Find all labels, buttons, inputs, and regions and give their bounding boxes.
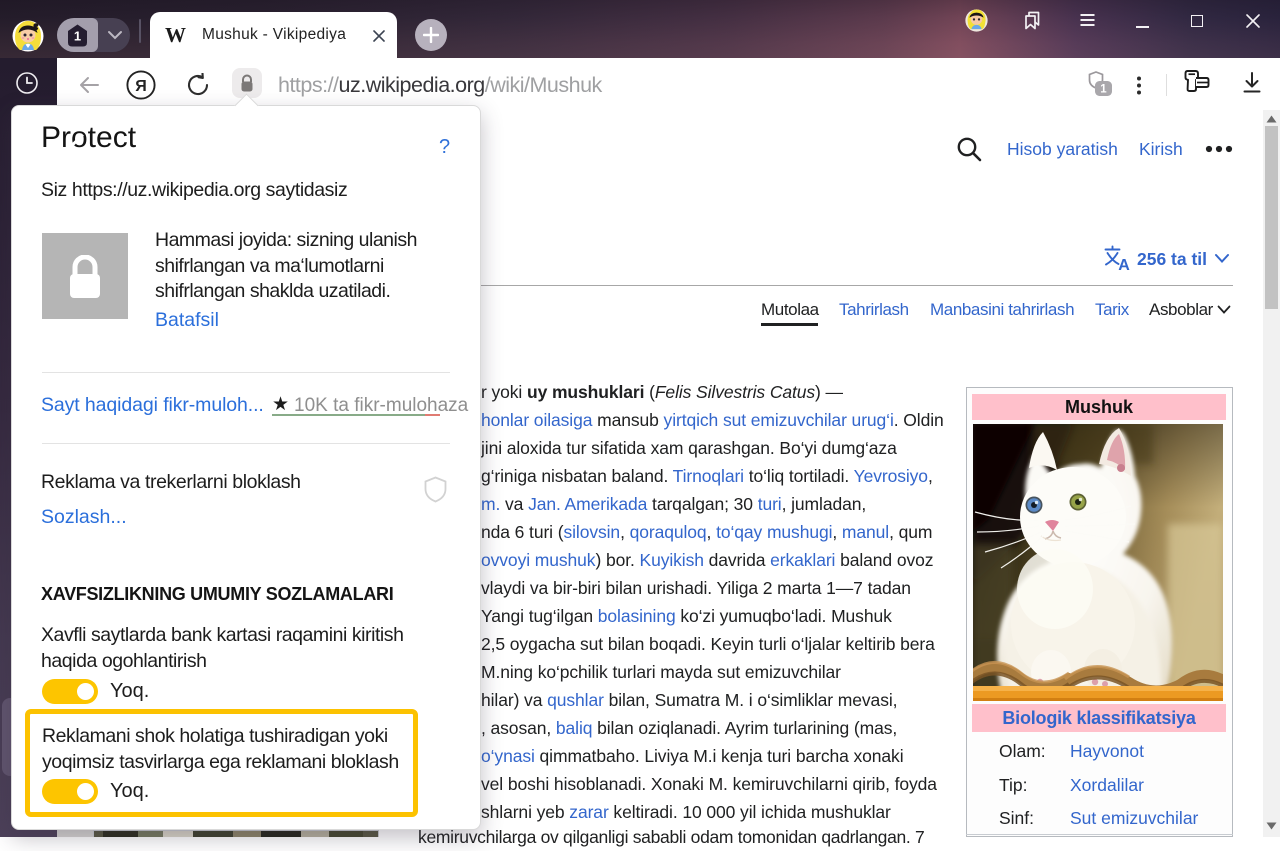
svg-text:A: A: [1118, 257, 1130, 271]
svg-text:1: 1: [74, 29, 81, 44]
svg-text:Я: Я: [135, 78, 147, 95]
svg-text:1: 1: [1100, 84, 1107, 96]
